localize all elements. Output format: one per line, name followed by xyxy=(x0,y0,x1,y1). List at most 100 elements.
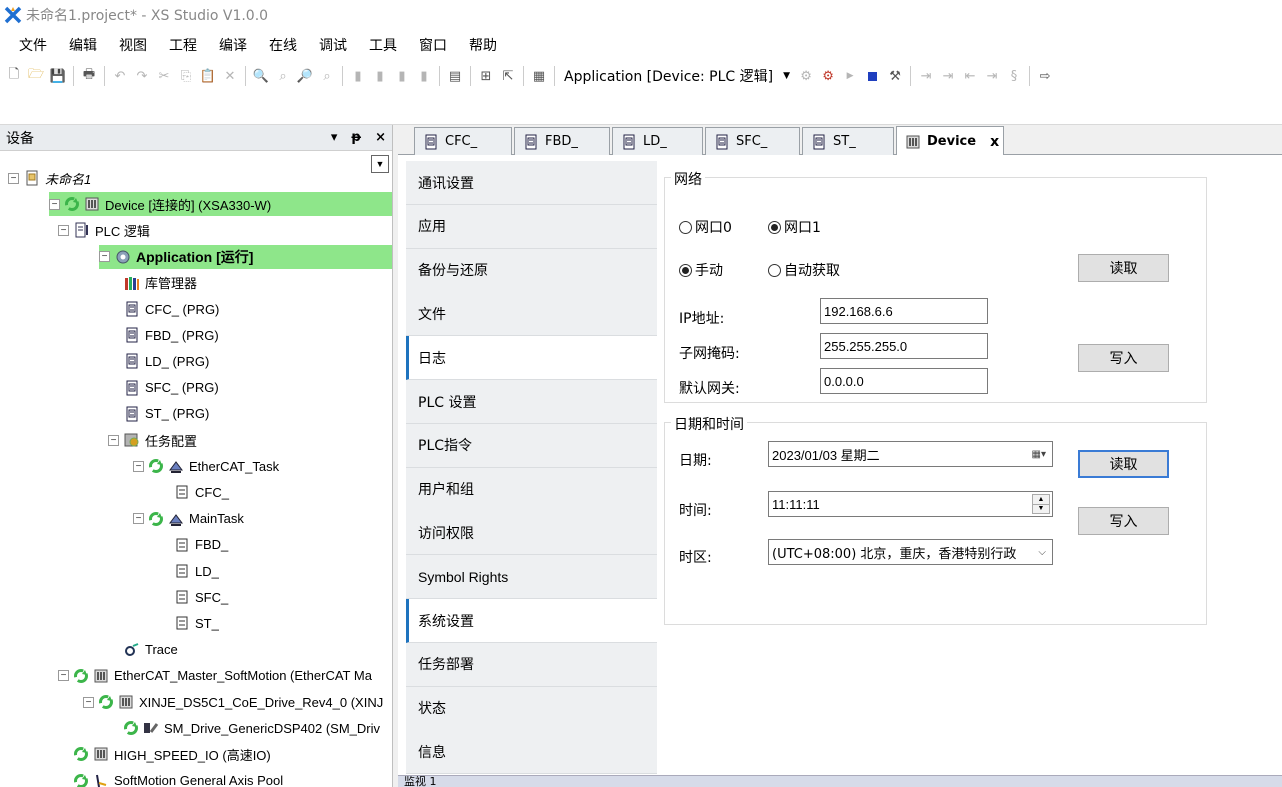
datetime-write-button[interactable]: 写入 xyxy=(1078,507,1169,535)
nav-item[interactable]: 状态 xyxy=(406,686,657,731)
print-icon[interactable]: 🖶 xyxy=(79,65,99,87)
step-out-icon[interactable]: ⇤ xyxy=(960,65,980,87)
tab-cfc[interactable]: CFC_ xyxy=(414,127,512,155)
auto-radio[interactable]: 自动获取 xyxy=(768,260,840,280)
stop-icon[interactable] xyxy=(868,71,878,81)
tab-fbd[interactable]: FBD_ xyxy=(514,127,610,155)
export-icon[interactable]: ⇱ xyxy=(498,65,518,87)
find-next-icon[interactable]: ⌕ xyxy=(273,65,293,87)
save-icon[interactable]: 💾 xyxy=(48,65,68,87)
menu-window[interactable]: 窗口 xyxy=(408,31,458,59)
gateway-input[interactable]: 0.0.0.0 xyxy=(820,368,988,394)
nav-item[interactable]: Symbol Rights xyxy=(406,555,657,600)
time-input[interactable]: 11:11:11 ▲ ▼ xyxy=(768,491,1053,517)
tree-collapse-icon[interactable]: − xyxy=(133,513,144,525)
datetime-read-button[interactable]: 读取 xyxy=(1078,450,1169,478)
tree-node[interactable]: − EtherCAT_Task xyxy=(133,454,279,478)
tree-node[interactable]: CFC_ xyxy=(158,480,229,504)
tab-ld[interactable]: LD_ xyxy=(612,127,703,155)
nav-item[interactable]: 备份与还原 xyxy=(406,248,657,293)
active-application-combo[interactable]: Application [Device: PLC 逻辑] ▼ xyxy=(560,66,794,86)
close-tab-icon[interactable]: x xyxy=(990,134,999,150)
tree-node[interactable]: FBD_ (PRG) xyxy=(108,323,219,347)
menu-project[interactable]: 工程 xyxy=(158,31,208,59)
subnet-mask-input[interactable]: 255.255.255.0 xyxy=(820,333,988,359)
step-into-icon[interactable]: ⇥ xyxy=(938,65,958,87)
tree-collapse-icon[interactable]: − xyxy=(108,434,119,446)
tree-node[interactable]: − MainTask xyxy=(133,507,244,531)
delete-icon[interactable]: ✕ xyxy=(220,65,240,87)
tree-node[interactable]: CFC_ (PRG) xyxy=(108,297,219,321)
nav-item[interactable]: 通讯设置 xyxy=(406,161,657,205)
menu-edit[interactable]: 编辑 xyxy=(58,31,108,59)
tree-node[interactable]: 库管理器 xyxy=(108,271,197,295)
network-read-button[interactable]: 读取 xyxy=(1078,254,1169,282)
calendar-icon[interactable]: ▦▾ xyxy=(1032,449,1046,460)
tree-node[interactable]: − Application [运行] xyxy=(99,244,392,269)
chevron-down-icon[interactable]: ▼ xyxy=(371,155,389,173)
step-over-icon[interactable]: ⇥ xyxy=(916,65,936,87)
tree-node[interactable]: ST_ xyxy=(158,611,219,635)
new-file-icon[interactable]: 🗋 xyxy=(4,65,24,87)
tree-node[interactable]: − XINJE_DS5C1_CoE_Drive_Rev4_0 (XINJ xyxy=(83,690,383,714)
tree-collapse-icon[interactable]: − xyxy=(99,251,110,263)
network-write-button[interactable]: 写入 xyxy=(1078,344,1169,372)
nav-item[interactable]: 用户和组 xyxy=(406,467,657,512)
timezone-select[interactable]: (UTC+08:00) 北京，重庆，香港特别行政 ⌵ xyxy=(768,539,1053,565)
close-icon[interactable]: × xyxy=(375,130,386,145)
port0-radio[interactable]: 网口0 xyxy=(679,217,732,237)
nav-item[interactable]: 任务部署 xyxy=(406,642,657,687)
tree-node[interactable]: ST_ (PRG) xyxy=(108,402,209,426)
tree-node[interactable]: FBD_ xyxy=(158,533,228,557)
nav-item[interactable]: 信息 xyxy=(406,730,657,775)
tree-node[interactable]: SFC_ (PRG) xyxy=(108,376,219,400)
add-object-icon[interactable]: ⊞ xyxy=(476,65,496,87)
bookmark-clear-icon[interactable]: ▮ xyxy=(414,65,434,87)
bookmark-icon[interactable]: ▮ xyxy=(348,65,368,87)
menu-help[interactable]: 帮助 xyxy=(458,31,508,59)
nav-item[interactable]: 访问权限 xyxy=(406,511,657,556)
reset-icon[interactable]: ⚒ xyxy=(885,65,905,87)
nav-item[interactable]: PLC指令 xyxy=(406,423,657,468)
spin-up-icon[interactable]: ▲ xyxy=(1033,495,1049,504)
tab-st[interactable]: ST_ xyxy=(802,127,894,155)
menu-file[interactable]: 文件 xyxy=(8,31,58,59)
window-layout-icon[interactable]: ▤ xyxy=(445,65,465,87)
paste-icon[interactable]: 📋 xyxy=(198,65,218,87)
nav-item[interactable]: 系统设置 xyxy=(406,599,657,643)
menu-debug[interactable]: 调试 xyxy=(308,31,358,59)
tree-node[interactable]: − EtherCAT_Master_SoftMotion (EtherCAT Ma xyxy=(58,664,372,688)
ip-address-input[interactable]: 192.168.6.6 xyxy=(820,298,988,324)
time-spinner[interactable]: ▲ ▼ xyxy=(1032,494,1050,514)
tree-node[interactable]: HIGH_SPEED_IO (高速IO) xyxy=(58,742,271,766)
tree-collapse-icon[interactable]: − xyxy=(133,460,144,472)
breakpoint-icon[interactable]: ⇥ xyxy=(982,65,1002,87)
login-icon[interactable]: ⚙ xyxy=(796,65,816,87)
port1-radio[interactable]: 网口1 xyxy=(768,217,821,237)
copy-icon[interactable]: ⎘ xyxy=(176,65,196,87)
tree-node[interactable]: − 未命名1 xyxy=(8,166,91,190)
find-in-project-icon[interactable]: ⌕ xyxy=(317,65,337,87)
date-picker[interactable]: 2023/01/03 星期二 ▦▾ xyxy=(768,441,1053,467)
compile-icon[interactable]: ▦ xyxy=(529,65,549,87)
cut-icon[interactable]: ✂ xyxy=(154,65,174,87)
tree-node[interactable]: SFC_ xyxy=(158,585,228,609)
nav-item[interactable]: PLC 设置 xyxy=(406,380,657,424)
tree-node[interactable]: − PLC 逻辑 xyxy=(58,218,150,242)
manual-radio[interactable]: 手动 xyxy=(679,260,723,280)
bookmark-prev-icon[interactable]: ▮ xyxy=(392,65,412,87)
spin-down-icon[interactable]: ▼ xyxy=(1033,503,1049,513)
tree-node[interactable]: SM_Drive_GenericDSP402 (SM_Driv xyxy=(108,716,380,740)
open-folder-icon[interactable]: 🗁 xyxy=(26,65,46,87)
menu-online[interactable]: 在线 xyxy=(258,31,308,59)
tree-collapse-icon[interactable]: − xyxy=(49,198,60,210)
tree-node[interactable]: SoftMotion General Axis Pool xyxy=(58,769,283,787)
menu-tools[interactable]: 工具 xyxy=(358,31,408,59)
find-icon[interactable]: 🔍 xyxy=(251,65,271,87)
tree-node[interactable]: − 任务配置 xyxy=(108,428,197,452)
run-icon[interactable]: ▶ xyxy=(840,65,860,87)
menu-build[interactable]: 编译 xyxy=(208,31,258,59)
tree-node[interactable]: LD_ (PRG) xyxy=(108,349,209,373)
tree-collapse-icon[interactable]: − xyxy=(8,172,19,184)
tree-collapse-icon[interactable]: − xyxy=(83,696,94,708)
